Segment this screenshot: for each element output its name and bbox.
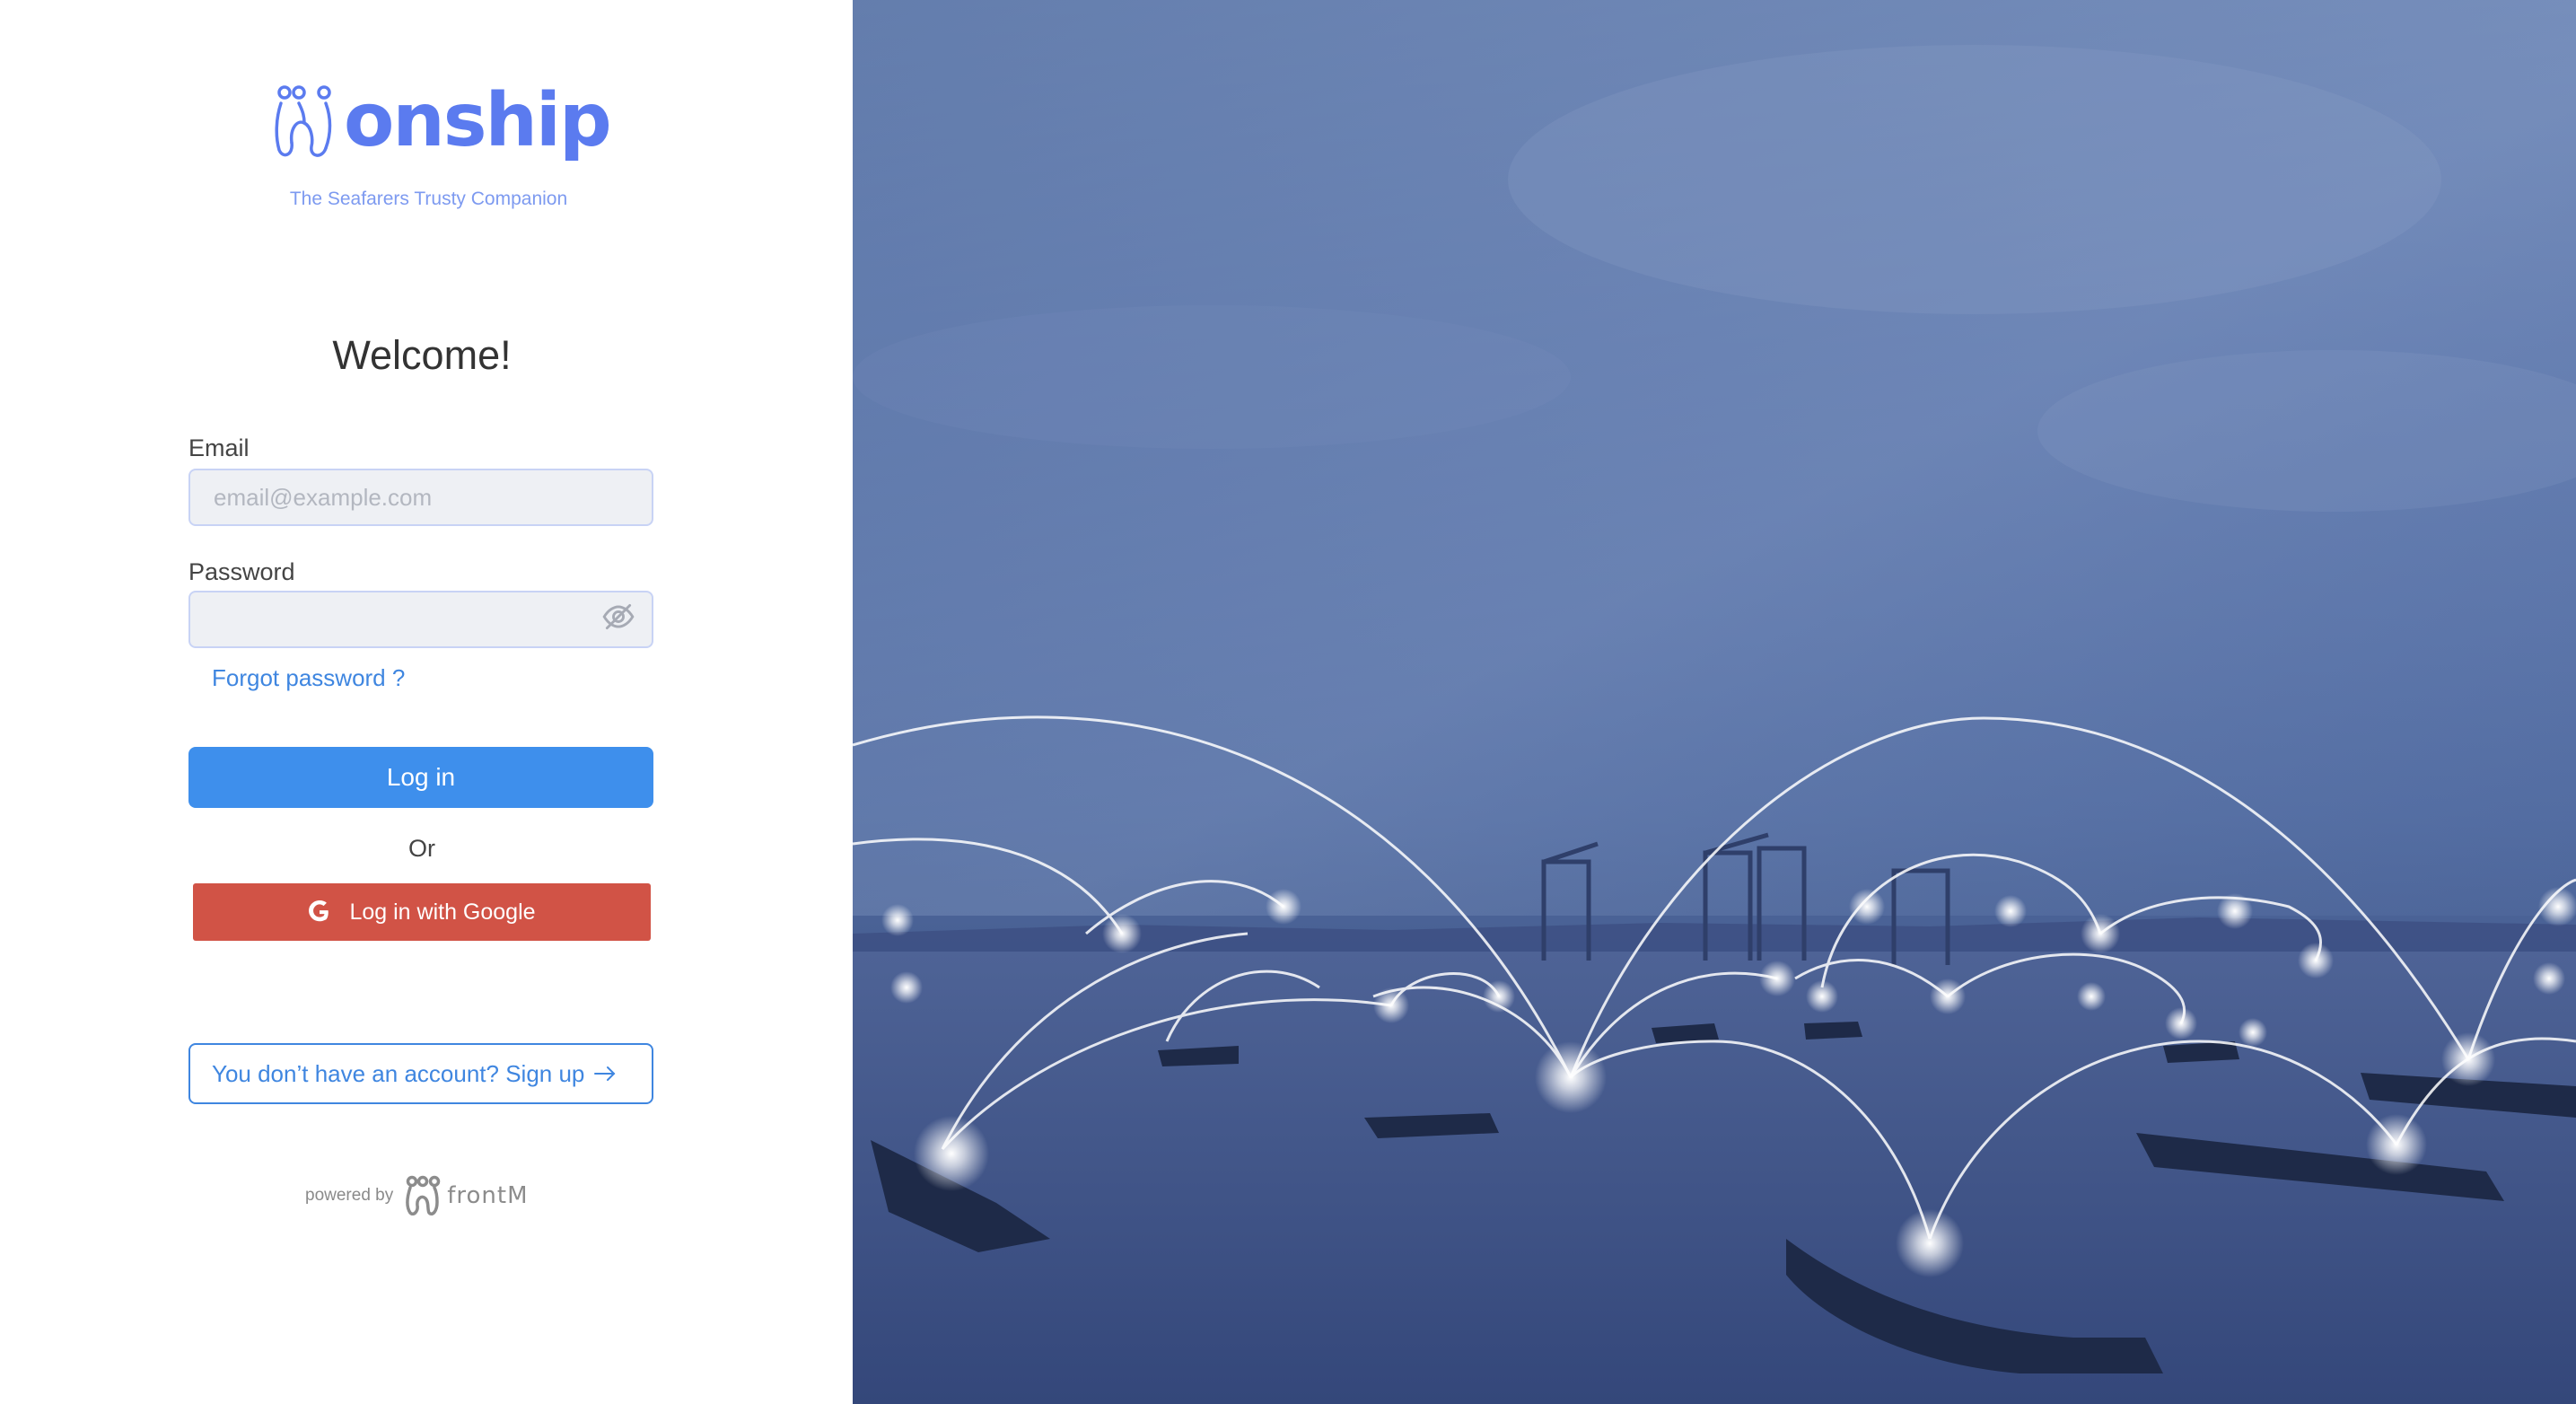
email-label: Email (188, 434, 250, 461)
hero-image (853, 0, 2576, 1404)
powered-by: powered by frontM (305, 1174, 529, 1217)
powered-by-label: powered by (305, 1186, 394, 1205)
brand-logo: onship (272, 78, 612, 163)
forgot-password-link[interactable]: Forgot password ? (212, 664, 405, 692)
brand-tagline: The Seafarers Trusty Companion (289, 189, 568, 209)
password-label: Password (188, 558, 295, 585)
google-login-label: Log in with Google (349, 899, 536, 925)
email-input[interactable] (188, 469, 653, 526)
password-input[interactable] (188, 591, 653, 648)
arrow-right-icon (594, 1066, 616, 1081)
signup-button[interactable]: You don’t have an account? Sign up (188, 1043, 653, 1104)
onship-logo-icon (275, 85, 332, 157)
or-separator: Or (408, 835, 435, 862)
hero-ships-network (853, 0, 2576, 1404)
login-button[interactable]: Log in (188, 747, 653, 808)
login-panel: onship The Seafarers Trusty Companion We… (0, 0, 853, 1404)
google-login-button[interactable]: Log in with Google (193, 883, 651, 941)
eye-off-icon[interactable] (601, 600, 635, 634)
brand-name: onship (344, 78, 612, 163)
google-icon (309, 900, 329, 922)
frontm-wordmark: frontM (447, 1182, 529, 1209)
frontm-logo-icon (406, 1175, 441, 1216)
welcome-heading: Welcome! (332, 332, 512, 378)
signup-label: You don’t have an account? Sign up (212, 1059, 585, 1087)
